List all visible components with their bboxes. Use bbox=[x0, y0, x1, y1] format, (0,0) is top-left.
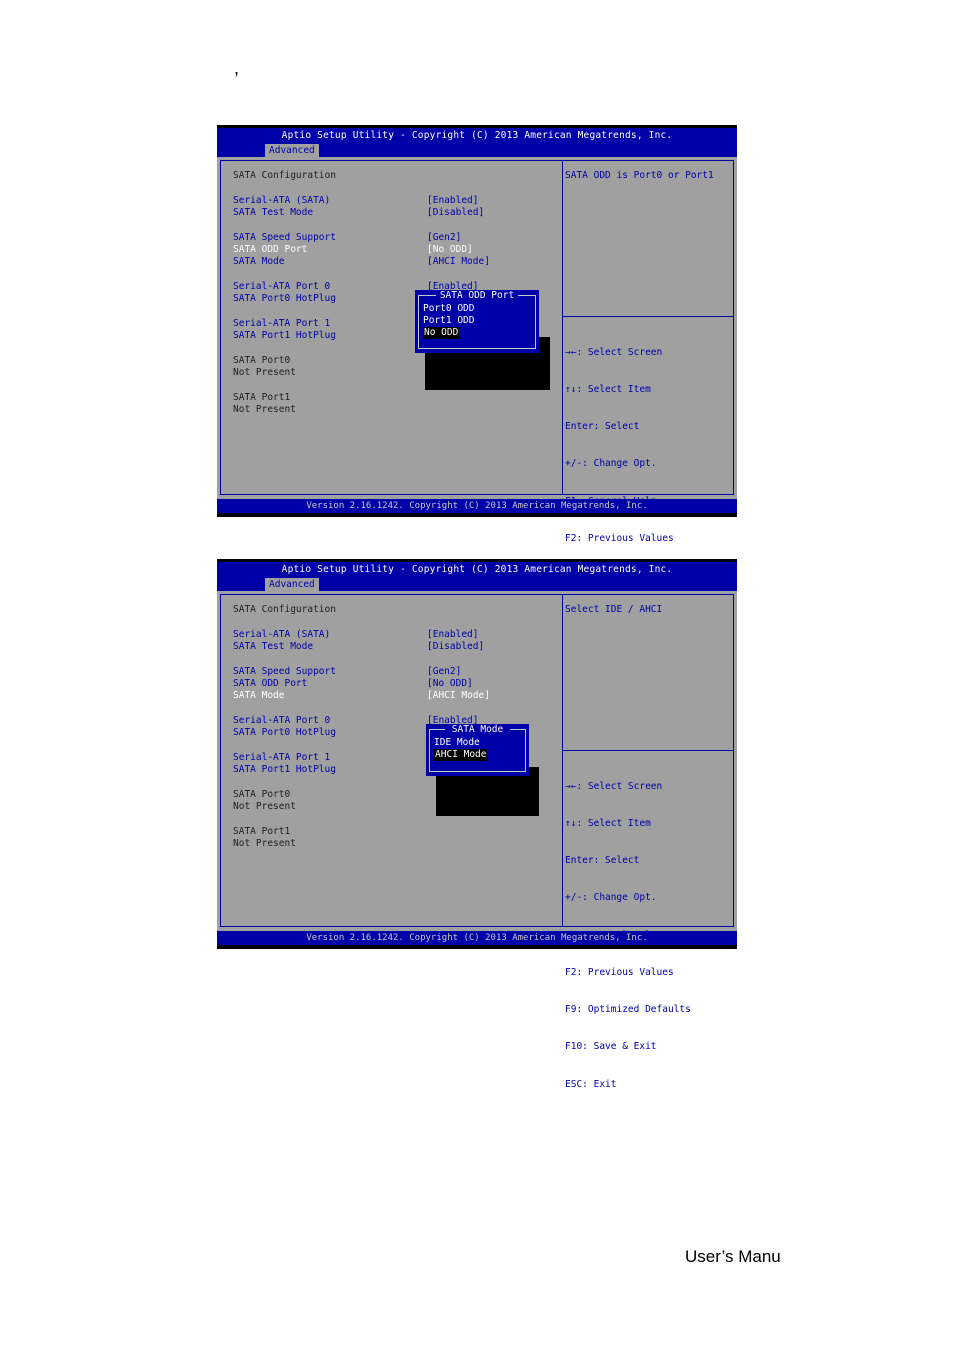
key-change-opt: +/-: Change Opt. bbox=[565, 458, 657, 470]
setting-sata-port1-hotplug[interactable]: SATA Port1 HotPlug bbox=[233, 764, 336, 776]
setting-serial-ata[interactable]: Serial-ATA (SATA) bbox=[233, 629, 330, 641]
popup-option-ide-mode[interactable]: IDE Mode bbox=[434, 737, 480, 749]
setting-serial-ata-port1[interactable]: Serial-ATA Port 1 bbox=[233, 318, 330, 330]
bios-header: Aptio Setup Utility - Copyright (C) 2013… bbox=[217, 128, 737, 157]
help-text: SATA ODD is Port0 or Port1 bbox=[565, 170, 714, 181]
key-select-item: ↑↓: Select Item bbox=[565, 384, 651, 396]
section-title: SATA Configuration bbox=[233, 170, 336, 181]
setting-serial-ata-port1[interactable]: Serial-ATA Port 1 bbox=[233, 752, 330, 764]
setting-sata-mode-value[interactable]: [AHCI Mode] bbox=[427, 256, 490, 268]
help-pane: Select IDE / AHCI →←: Select Screen ↑↓: … bbox=[562, 594, 734, 1090]
popup-title-text: SATA Mode bbox=[447, 724, 508, 735]
setting-sata-mode-value[interactable]: [AHCI Mode] bbox=[427, 690, 490, 702]
status-sata-port1-label: SATA Port1 bbox=[233, 826, 291, 837]
popup-option-no-odd[interactable]: No ODD bbox=[423, 327, 460, 339]
status-sata-port0-label: SATA Port0 bbox=[233, 355, 291, 366]
key-esc-exit: ESC: Exit bbox=[565, 1078, 617, 1090]
bios-screen-sata-mode: Aptio Setup Utility - Copyright (C) 2013… bbox=[217, 559, 737, 1090]
bios-header: Aptio Setup Utility - Copyright (C) 2013… bbox=[217, 562, 737, 591]
section-title: SATA Configuration bbox=[233, 604, 336, 615]
bios-body: SATA Configuration Serial-ATA (SATA) [En… bbox=[217, 591, 737, 1090]
setting-serial-ata-value[interactable]: [Enabled] bbox=[427, 629, 478, 641]
setting-sata-speed-support-value[interactable]: [Gen2] bbox=[427, 666, 461, 678]
setting-sata-test-mode-value[interactable]: [Disabled] bbox=[427, 641, 484, 653]
key-select-screen: →←: Select Screen bbox=[565, 780, 663, 792]
setting-sata-port0-hotplug[interactable]: SATA Port0 HotPlug bbox=[233, 727, 336, 739]
popup-option-port1-odd[interactable]: Port1 ODD bbox=[423, 315, 474, 327]
setting-sata-odd-port[interactable]: SATA ODD Port bbox=[233, 244, 307, 256]
sata-mode-popup: SATA Mode IDE Mode AHCI Mode bbox=[426, 724, 529, 776]
key-select-screen: →←: Select Screen bbox=[565, 346, 663, 358]
setting-sata-speed-support[interactable]: SATA Speed Support bbox=[233, 232, 336, 244]
popup-title-text: SATA ODD Port bbox=[435, 290, 519, 301]
tab-advanced[interactable]: Advanced bbox=[265, 578, 319, 591]
bios-title: Aptio Setup Utility - Copyright (C) 2013… bbox=[281, 130, 673, 141]
setting-sata-test-mode[interactable]: SATA Test Mode bbox=[233, 641, 313, 653]
status-sata-port1-value: Not Present bbox=[233, 838, 296, 849]
help-divider bbox=[563, 750, 733, 751]
popup-title: SATA Mode bbox=[426, 724, 529, 735]
setting-sata-odd-port-value[interactable]: [No ODD] bbox=[427, 244, 473, 256]
page-punctuation-mark: , bbox=[234, 58, 240, 78]
setting-serial-ata-port0[interactable]: Serial-ATA Port 0 bbox=[233, 715, 330, 727]
setting-sata-odd-port-value[interactable]: [No ODD] bbox=[427, 678, 473, 690]
key-previous-values: F2: Previous Values bbox=[565, 532, 674, 544]
setting-serial-ata[interactable]: Serial-ATA (SATA) bbox=[233, 195, 330, 207]
setting-sata-test-mode[interactable]: SATA Test Mode bbox=[233, 207, 313, 219]
help-text: Select IDE / AHCI bbox=[565, 604, 663, 615]
setting-sata-mode[interactable]: SATA Mode bbox=[233, 256, 284, 268]
setting-sata-speed-support-value[interactable]: [Gen2] bbox=[427, 232, 461, 244]
setting-serial-ata-port0[interactable]: Serial-ATA Port 0 bbox=[233, 281, 330, 293]
setting-sata-mode[interactable]: SATA Mode bbox=[233, 690, 284, 702]
bios-footer: Version 2.16.1242. Copyright (C) 2013 Am… bbox=[217, 499, 737, 513]
status-sata-port1-value: Not Present bbox=[233, 404, 296, 415]
popup-option-ahci-mode[interactable]: AHCI Mode bbox=[434, 749, 488, 761]
key-select-item: ↑↓: Select Item bbox=[565, 818, 651, 830]
manual-footer: User’s Manu bbox=[685, 1247, 781, 1266]
key-optimized-defaults: F9: Optimized Defaults bbox=[565, 1004, 691, 1016]
popup-title: SATA ODD Port bbox=[415, 290, 539, 301]
status-sata-port0-label: SATA Port0 bbox=[233, 789, 291, 800]
setting-sata-speed-support[interactable]: SATA Speed Support bbox=[233, 666, 336, 678]
setting-sata-port0-hotplug[interactable]: SATA Port0 HotPlug bbox=[233, 293, 336, 305]
status-sata-port1-label: SATA Port1 bbox=[233, 392, 291, 403]
bios-body: SATA Configuration Serial-ATA (SATA) [En… bbox=[217, 157, 737, 656]
bios-screen-sata-odd-port: Aptio Setup Utility - Copyright (C) 2013… bbox=[217, 125, 737, 656]
popup-option-port0-odd[interactable]: Port0 ODD bbox=[423, 303, 474, 315]
bios-title: Aptio Setup Utility - Copyright (C) 2013… bbox=[281, 564, 673, 575]
key-previous-values: F2: Previous Values bbox=[565, 966, 674, 978]
key-enter-select: Enter: Select bbox=[565, 855, 640, 867]
key-enter-select: Enter: Select bbox=[565, 421, 640, 433]
help-divider bbox=[563, 316, 733, 317]
tab-advanced[interactable]: Advanced bbox=[265, 144, 319, 157]
key-save-exit: F10: Save & Exit bbox=[565, 1041, 657, 1053]
key-change-opt: +/-: Change Opt. bbox=[565, 892, 657, 904]
status-sata-port0-value: Not Present bbox=[233, 801, 296, 812]
setting-sata-test-mode-value[interactable]: [Disabled] bbox=[427, 207, 484, 219]
setting-serial-ata-value[interactable]: [Enabled] bbox=[427, 195, 478, 207]
sata-odd-port-popup: SATA ODD Port Port0 ODD Port1 ODD No ODD bbox=[415, 290, 539, 353]
status-sata-port0-value: Not Present bbox=[233, 367, 296, 378]
setting-sata-odd-port[interactable]: SATA ODD Port bbox=[233, 678, 307, 690]
help-pane: SATA ODD is Port0 or Port1 →←: Select Sc… bbox=[562, 160, 734, 656]
bios-footer: Version 2.16.1242. Copyright (C) 2013 Am… bbox=[217, 931, 737, 945]
setting-sata-port1-hotplug[interactable]: SATA Port1 HotPlug bbox=[233, 330, 336, 342]
